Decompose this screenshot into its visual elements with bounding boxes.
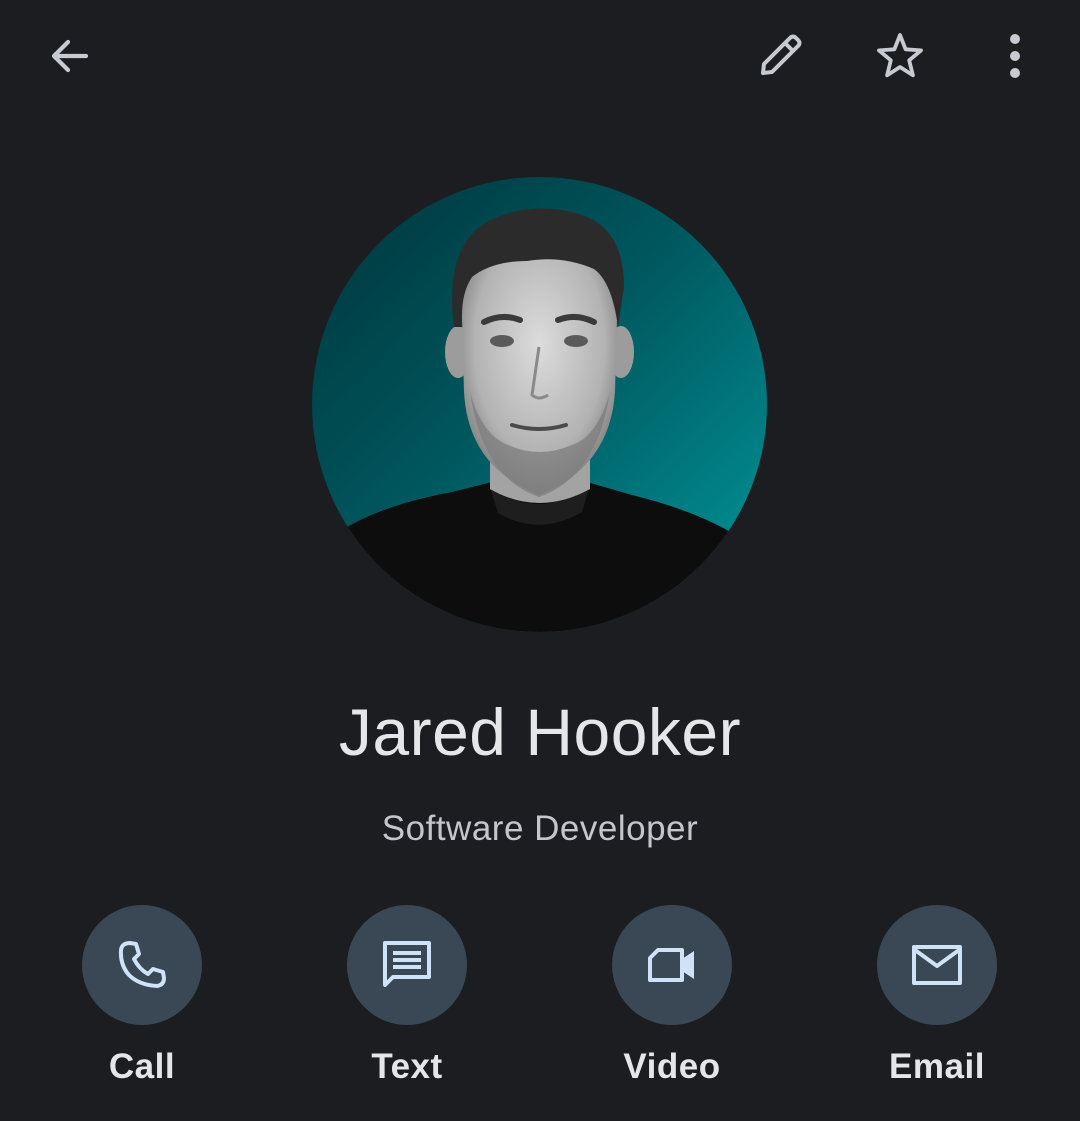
- more-options-button[interactable]: [967, 8, 1063, 104]
- contact-photo-image: [312, 177, 767, 632]
- text-label: Text: [371, 1047, 443, 1086]
- phone-icon: [118, 941, 166, 988]
- more-vert-icon: [1010, 34, 1020, 78]
- videocam-icon: [648, 948, 694, 982]
- email-button-circle[interactable]: [877, 905, 997, 1025]
- arrow-left-icon: [51, 39, 89, 73]
- message-icon: [383, 941, 431, 987]
- pencil-icon: [761, 34, 802, 75]
- contact-name: Jared Hooker: [338, 695, 742, 769]
- contact-photo: [312, 177, 767, 632]
- video-button[interactable]: Video: [572, 905, 772, 1105]
- text-button[interactable]: Text: [307, 905, 507, 1105]
- favorite-button[interactable]: [852, 8, 948, 104]
- mail-icon: [912, 945, 962, 985]
- text-button-circle[interactable]: [347, 905, 467, 1025]
- video-button-circle[interactable]: [612, 905, 732, 1025]
- call-button-circle[interactable]: [82, 905, 202, 1025]
- back-button[interactable]: [22, 8, 118, 104]
- email-label: Email: [889, 1047, 985, 1086]
- video-label: Video: [623, 1047, 721, 1086]
- edit-button[interactable]: [732, 8, 828, 104]
- star-outline-icon: [877, 33, 923, 78]
- call-label: Call: [108, 1047, 176, 1086]
- call-button[interactable]: Call: [42, 905, 242, 1105]
- contact-title: Software Developer: [381, 809, 699, 848]
- email-button[interactable]: Email: [837, 905, 1037, 1105]
